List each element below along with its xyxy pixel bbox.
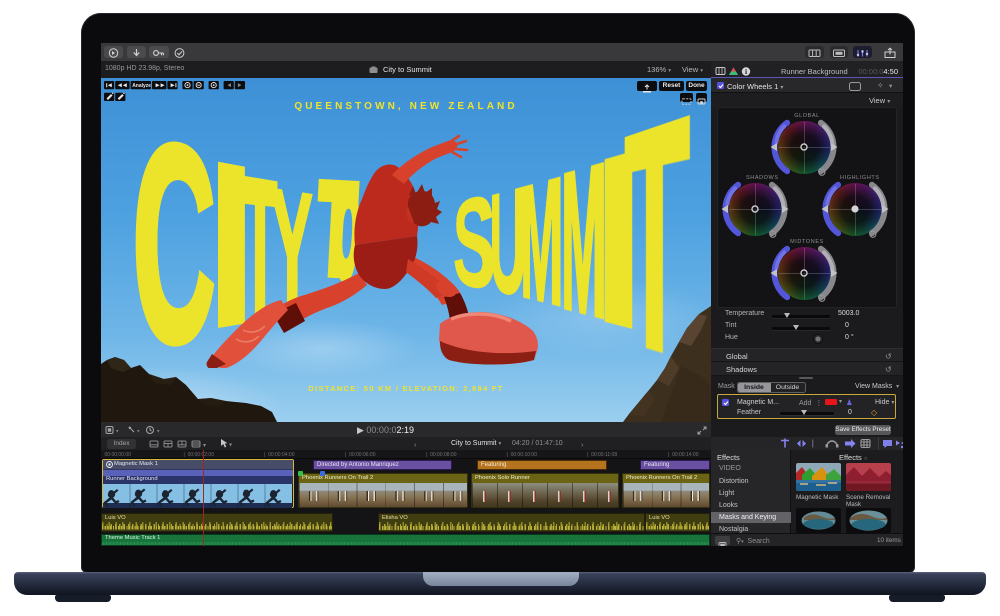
svg-text:▾: ▾ <box>116 429 119 435</box>
svg-text:Analyze: Analyze <box>132 83 151 89</box>
svg-text:▾: ▾ <box>229 443 232 449</box>
svg-text:▾: ▾ <box>157 429 160 435</box>
svg-text:▾: ▾ <box>137 429 140 435</box>
svg-text:i: i <box>745 67 747 76</box>
svg-text:▾: ▾ <box>203 443 206 449</box>
